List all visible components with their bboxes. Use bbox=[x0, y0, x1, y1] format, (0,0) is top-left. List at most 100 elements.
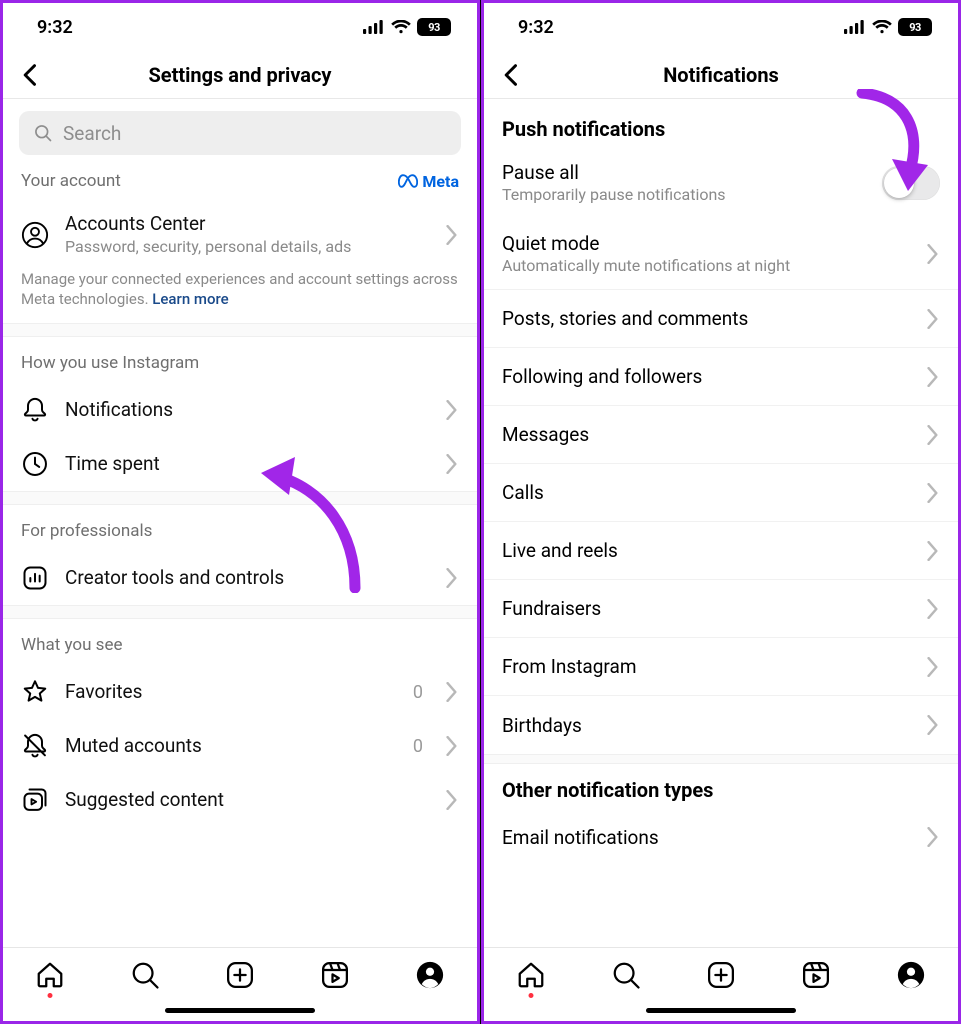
row-fundraisers[interactable]: Fundraisers bbox=[484, 580, 958, 638]
chevron-right-icon bbox=[445, 736, 459, 756]
battery-icon: 93 bbox=[898, 18, 932, 36]
plus-box-icon bbox=[225, 960, 255, 990]
tab-home[interactable] bbox=[516, 960, 546, 990]
row-count: 0 bbox=[413, 736, 423, 757]
chevron-right-icon bbox=[445, 225, 459, 245]
section-push-notifications: Push notifications bbox=[484, 99, 958, 147]
section-other-notification-types: Other notification types bbox=[484, 764, 958, 808]
row-label: Muted accounts bbox=[65, 735, 397, 758]
reels-icon bbox=[320, 960, 350, 990]
row-label: Messages bbox=[502, 423, 912, 446]
row-notifications[interactable]: Notifications bbox=[3, 383, 477, 437]
page-title: Notifications bbox=[484, 63, 958, 87]
row-label: Time spent bbox=[65, 453, 429, 476]
row-label: Quiet mode bbox=[502, 232, 912, 255]
row-label: Notifications bbox=[65, 399, 429, 422]
section-label: For professionals bbox=[21, 521, 152, 541]
search-icon bbox=[33, 123, 53, 143]
tab-profile[interactable] bbox=[415, 960, 445, 990]
row-messages[interactable]: Messages bbox=[484, 406, 958, 464]
tab-reels[interactable] bbox=[801, 960, 831, 990]
section-label: What you see bbox=[21, 635, 122, 655]
clock-icon bbox=[21, 450, 49, 478]
row-label: Following and followers bbox=[502, 365, 912, 388]
wifi-icon bbox=[872, 20, 892, 34]
battery-icon: 93 bbox=[417, 18, 451, 36]
section-for-professionals: For professionals bbox=[3, 505, 477, 551]
tab-create[interactable] bbox=[706, 960, 736, 990]
meta-icon bbox=[398, 174, 418, 188]
chevron-left-icon bbox=[17, 61, 45, 89]
tab-search[interactable] bbox=[611, 960, 641, 990]
chevron-right-icon bbox=[926, 244, 940, 264]
status-time: 9:32 bbox=[518, 17, 554, 38]
row-label: Birthdays bbox=[502, 714, 912, 737]
cellular-icon bbox=[844, 20, 866, 34]
search-icon bbox=[130, 960, 160, 990]
switch-pause-all[interactable] bbox=[882, 166, 940, 200]
profile-icon bbox=[415, 960, 445, 990]
row-label: Suggested content bbox=[65, 789, 429, 812]
chevron-right-icon bbox=[445, 790, 459, 810]
row-favorites[interactable]: Favorites 0 bbox=[3, 665, 477, 719]
section-your-account: Your account Meta bbox=[3, 165, 477, 201]
bell-off-icon bbox=[21, 732, 49, 760]
home-icon bbox=[35, 960, 65, 990]
tab-bar bbox=[3, 947, 477, 1021]
row-quiet-mode[interactable]: Quiet mode Automatically mute notificati… bbox=[484, 218, 958, 290]
row-label: Accounts Center bbox=[65, 213, 429, 236]
chevron-right-icon bbox=[926, 541, 940, 561]
section-what-you-see: What you see bbox=[3, 619, 477, 665]
chevron-right-icon bbox=[445, 568, 459, 588]
search-icon bbox=[611, 960, 641, 990]
row-time-spent[interactable]: Time spent bbox=[3, 437, 477, 491]
tab-home[interactable] bbox=[35, 960, 65, 990]
screenshot-notifications: 9:32 93 Notifications Push notifications… bbox=[481, 0, 961, 1024]
row-posts-stories[interactable]: Posts, stories and comments bbox=[484, 290, 958, 348]
tab-bar bbox=[484, 947, 958, 1021]
row-calls[interactable]: Calls bbox=[484, 464, 958, 522]
tab-reels[interactable] bbox=[320, 960, 350, 990]
plus-box-icon bbox=[706, 960, 736, 990]
row-subtitle: Password, security, personal details, ad… bbox=[65, 237, 429, 257]
screenshot-settings-privacy: 9:32 93 Settings and privacy Search Your… bbox=[0, 0, 480, 1024]
row-label: Live and reels bbox=[502, 539, 912, 562]
tab-profile[interactable] bbox=[896, 960, 926, 990]
row-label: Favorites bbox=[65, 681, 397, 704]
row-pause-all[interactable]: Pause all Temporarily pause notification… bbox=[484, 147, 958, 218]
meta-note: Manage your connected experiences and ac… bbox=[3, 269, 477, 324]
row-from-instagram[interactable]: From Instagram bbox=[484, 638, 958, 696]
row-following-followers[interactable]: Following and followers bbox=[484, 348, 958, 406]
home-icon bbox=[516, 960, 546, 990]
section-label: Your account bbox=[21, 171, 121, 191]
tab-create[interactable] bbox=[225, 960, 255, 990]
chevron-left-icon bbox=[498, 61, 526, 89]
chevron-right-icon bbox=[926, 425, 940, 445]
back-button[interactable] bbox=[17, 61, 45, 89]
tab-search[interactable] bbox=[130, 960, 160, 990]
row-label: Posts, stories and comments bbox=[502, 307, 912, 330]
row-muted-accounts[interactable]: Muted accounts 0 bbox=[3, 719, 477, 773]
learn-more-link[interactable]: Learn more bbox=[152, 290, 228, 308]
chevron-right-icon bbox=[926, 483, 940, 503]
wifi-icon bbox=[391, 20, 411, 34]
row-accounts-center[interactable]: Accounts Center Password, security, pers… bbox=[3, 201, 477, 269]
home-indicator bbox=[165, 1008, 315, 1013]
back-button[interactable] bbox=[498, 61, 526, 89]
notification-dot-icon bbox=[529, 993, 534, 998]
chevron-right-icon bbox=[445, 400, 459, 420]
notification-dot-icon bbox=[48, 993, 53, 998]
row-label: Pause all bbox=[502, 161, 868, 184]
search-input[interactable]: Search bbox=[19, 111, 461, 155]
row-email-notifications[interactable]: Email notifications bbox=[484, 808, 958, 866]
row-suggested-content[interactable]: Suggested content bbox=[3, 773, 477, 827]
chevron-right-icon bbox=[926, 715, 940, 735]
user-circle-icon bbox=[21, 221, 49, 249]
row-label: Email notifications bbox=[502, 826, 912, 849]
row-birthdays[interactable]: Birthdays bbox=[484, 696, 958, 754]
row-live-reels[interactable]: Live and reels bbox=[484, 522, 958, 580]
media-stack-icon bbox=[21, 786, 49, 814]
cellular-icon bbox=[363, 20, 385, 34]
row-creator-tools[interactable]: Creator tools and controls bbox=[3, 551, 477, 605]
status-bar: 9:32 93 bbox=[3, 3, 477, 51]
